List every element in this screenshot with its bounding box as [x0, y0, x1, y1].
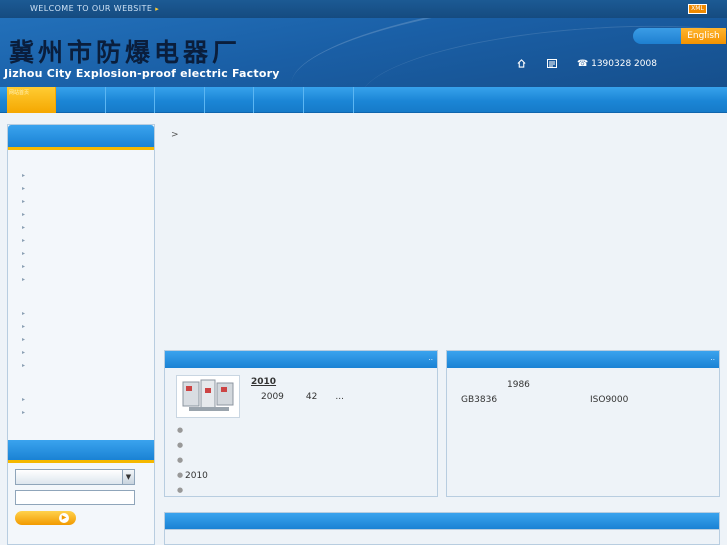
products-panel-header: [164, 512, 720, 530]
product-thumbnail[interactable]: [176, 375, 240, 418]
category-arrow-icon[interactable]: ▸: [22, 323, 25, 330]
nav-item-home[interactable]: 网站首页: [7, 87, 56, 113]
news-list-bullet: ●: [177, 471, 184, 479]
news-headline[interactable]: 2010: [251, 377, 326, 387]
category-arrow-icon[interactable]: ▸: [22, 224, 25, 231]
company-name-chinese: 冀州市防爆电器厂: [9, 38, 242, 67]
welcome-label: WELCOME TO OUR WEBSITE: [30, 4, 153, 13]
category-arrow-icon[interactable]: ▸: [22, 310, 25, 317]
phone-contact: ☎ 1390328 2008: [577, 59, 657, 69]
search-category-select[interactable]: ▼: [15, 469, 135, 485]
news-list-item[interactable]: 2010: [185, 471, 208, 481]
news-summary-number: 42: [305, 392, 318, 402]
about-panel: .. 1986 GB3836 ISO9000: [446, 350, 720, 497]
nav-item-3[interactable]: [106, 87, 155, 113]
home-icon[interactable]: [517, 59, 526, 71]
about-panel-header: ..: [447, 351, 719, 368]
nav-item-7[interactable]: [305, 87, 354, 113]
search-header-underline: [8, 460, 154, 463]
standard-code: GB3836: [461, 395, 498, 405]
sidebar-search-header: [8, 440, 154, 460]
news-headline-year: 2010: [251, 377, 277, 387]
news-panel: .. 2010 2009 42... ● ● ● ● 2010 ●: [164, 350, 438, 497]
category-arrow-icon[interactable]: ▸: [22, 237, 25, 244]
news-list-bullet: ●: [177, 441, 184, 449]
english-language-button[interactable]: English: [681, 28, 726, 44]
news-summary: 2009 42...: [261, 392, 344, 402]
about-more-link[interactable]: ..: [711, 354, 715, 362]
category-arrow-icon[interactable]: ▸: [22, 198, 25, 205]
main-navigation: 网站首页: [0, 87, 727, 113]
category-arrow-icon[interactable]: ▸: [22, 349, 25, 356]
category-arrow-icon[interactable]: ▸: [22, 250, 25, 257]
category-arrow-icon[interactable]: ▸: [22, 276, 25, 283]
sidebar-header-underline: [8, 147, 154, 150]
breadcrumb: >: [171, 130, 179, 140]
founding-year: 1986: [507, 380, 530, 390]
welcome-arrow-icon: ▸: [155, 5, 160, 13]
search-arrow-icon: ▶: [59, 513, 69, 523]
news-list-bullet: ●: [177, 486, 184, 494]
nav-item-6[interactable]: [255, 87, 304, 113]
products-panel: [164, 530, 720, 545]
category-arrow-icon[interactable]: ▸: [22, 409, 25, 416]
search-input[interactable]: [15, 490, 135, 505]
welcome-text: WELCOME TO OUR WEBSITE ▸: [30, 4, 159, 13]
category-arrow-icon[interactable]: ▸: [22, 172, 25, 179]
nav-item-2[interactable]: [57, 87, 106, 113]
site-header: 冀州市防爆电器厂 Jizhou City Explosion-proof ele…: [0, 18, 727, 87]
phone-number: 1390328 2008: [591, 59, 657, 69]
news-summary-ellipsis: ...: [335, 392, 344, 402]
sidebar-category-header: [8, 125, 154, 147]
top-bar: WELCOME TO OUR WEBSITE ▸ XML: [0, 0, 727, 18]
news-list-bullet: ●: [177, 456, 184, 464]
news-list-bullet: ●: [177, 426, 184, 434]
news-summary-year: 2009: [261, 392, 284, 402]
category-arrow-icon[interactable]: ▸: [22, 362, 25, 369]
category-arrow-icon[interactable]: ▸: [22, 211, 25, 218]
category-arrow-icon[interactable]: ▸: [22, 185, 25, 192]
company-name-english: Jizhou City Explosion-proof electric Fac…: [4, 67, 280, 80]
news-more-link[interactable]: ..: [429, 354, 433, 362]
category-arrow-icon[interactable]: ▸: [22, 263, 25, 270]
category-arrow-icon[interactable]: ▸: [22, 396, 25, 403]
bookmark-icon[interactable]: [547, 59, 557, 71]
iso-certification: ISO9000: [590, 395, 629, 405]
xml-feed-badge[interactable]: XML: [688, 4, 707, 14]
nav-item-home-label: 网站首页: [9, 90, 30, 96]
chevron-down-icon[interactable]: ▼: [122, 470, 134, 484]
nav-item-5[interactable]: [205, 87, 254, 113]
sidebar: ▸ ▸ ▸ ▸ ▸ ▸ ▸ ▸ ▸ ▸ ▸ ▸ ▸ ▸ ▸ ▸ ▼ ▶: [7, 124, 155, 545]
phone-icon: ☎: [577, 59, 589, 69]
nav-item-4[interactable]: [156, 87, 205, 113]
category-arrow-icon[interactable]: ▸: [22, 336, 25, 343]
search-button[interactable]: ▶: [15, 511, 76, 525]
news-panel-header: ..: [165, 351, 437, 368]
